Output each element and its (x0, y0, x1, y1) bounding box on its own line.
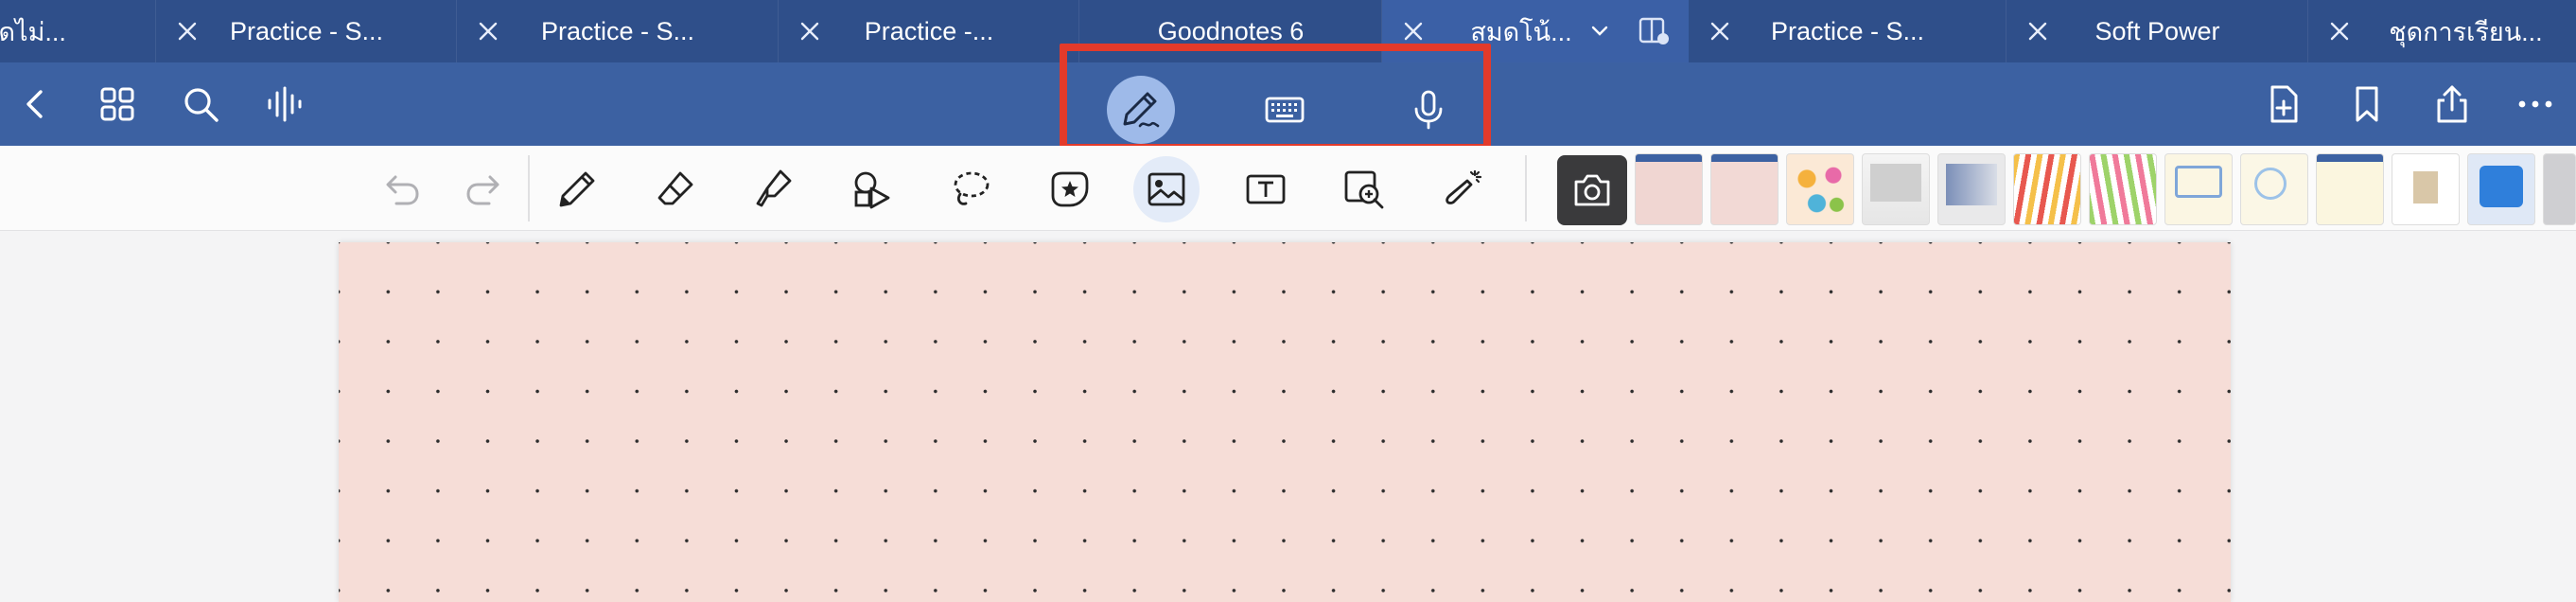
highlight-box (1060, 44, 1491, 151)
eraser-button[interactable] (649, 163, 702, 216)
camera-icon (1574, 174, 1610, 206)
recent-sticker-10[interactable] (2316, 153, 2384, 225)
tab-4-title: Practice -... (864, 16, 994, 45)
notebook-page[interactable] (339, 242, 2231, 602)
share-button[interactable] (2427, 80, 2477, 129)
sticker-icon (1051, 171, 1089, 207)
add-page-icon (2270, 85, 2298, 123)
undo-icon (386, 175, 419, 205)
recent-sticker-7[interactable] (2089, 153, 2157, 225)
pen-tool-button[interactable] (551, 163, 604, 216)
recent-sticker-2[interactable] (1710, 153, 1779, 225)
zoom-window-button[interactable] (1338, 163, 1391, 216)
laser-pointer-icon (1446, 169, 1482, 204)
sticker-button[interactable] (1043, 163, 1095, 216)
recent-sticker-9[interactable] (2240, 153, 2308, 225)
tab-8[interactable]: Soft Power (2006, 0, 2308, 62)
zoom-window-icon (1344, 170, 1384, 209)
search-icon (184, 88, 219, 122)
eraser-icon (657, 171, 693, 205)
lasso-icon (954, 171, 990, 205)
text-box-icon (1246, 174, 1286, 204)
audio-button[interactable] (259, 80, 308, 129)
tab-3-title: Practice - S... (540, 16, 695, 45)
tab-8-title: Soft Power (2094, 16, 2220, 45)
recent-sticker-1[interactable] (1635, 153, 1703, 225)
highlighter-button[interactable] (747, 163, 800, 216)
lasso-button[interactable] (944, 163, 997, 216)
split-view-icon[interactable] (1638, 15, 1670, 47)
tab-2[interactable]: Practice - S... (156, 0, 457, 62)
tab-7[interactable]: Practice - S... (1689, 0, 2006, 62)
more-button[interactable] (2511, 80, 2560, 129)
back-button[interactable] (11, 80, 61, 129)
more-icon (2518, 100, 2552, 108)
tab-2-title: Practice - S... (229, 16, 384, 45)
grid-button[interactable] (93, 80, 142, 129)
laser-pointer-button[interactable] (1436, 163, 1489, 216)
recent-sticker-5[interactable] (1937, 153, 2006, 225)
tab-3[interactable]: Practice - S... (457, 0, 779, 62)
recent-sticker-6[interactable] (2013, 153, 2081, 225)
share-icon (2437, 85, 2467, 123)
tools-divider-2 (1525, 155, 1527, 221)
recent-sticker-11[interactable] (2392, 153, 2460, 225)
tab-1-title: นัดไม่... (0, 17, 66, 46)
bookmark-icon (2356, 86, 2378, 122)
pen-tool-icon (559, 171, 595, 207)
camera-button[interactable] (1557, 155, 1627, 225)
add-page-button[interactable] (2259, 80, 2308, 129)
canvas-area[interactable] (0, 231, 2576, 602)
search-button[interactable] (176, 80, 225, 129)
tab-7-title: Practice - S... (1770, 16, 1925, 45)
chevron-down-icon[interactable] (1590, 21, 1609, 40)
text-box-button[interactable] (1239, 163, 1292, 216)
tab-5-title: Goodnotes 6 (1157, 16, 1305, 45)
recent-sticker-3[interactable] (1786, 153, 1854, 225)
redo-button[interactable] (458, 163, 511, 216)
image-button[interactable] (1133, 156, 1200, 222)
recent-sticker-4[interactable] (1862, 153, 1930, 225)
bookmark-button[interactable] (2342, 80, 2392, 129)
tab-9-title: ชุดการเรียน... (2389, 17, 2543, 46)
tab-1[interactable]: นัดไม่... (0, 0, 156, 62)
recent-sticker-8[interactable] (2164, 153, 2233, 225)
tools-divider (528, 155, 530, 221)
audio-waveform-icon (268, 86, 302, 122)
shapes-button[interactable] (846, 163, 899, 216)
back-icon (26, 90, 43, 118)
undo-button[interactable] (375, 163, 428, 216)
redo-icon (466, 175, 499, 205)
image-icon (1148, 172, 1185, 206)
grid-icon (100, 87, 134, 121)
shapes-icon (854, 171, 890, 209)
recent-sticker-12[interactable] (2467, 153, 2535, 225)
highlighter-icon (756, 169, 792, 207)
tab-4[interactable]: Practice -... (779, 0, 1079, 62)
tools-bar (0, 146, 2576, 231)
recent-sticker-13[interactable] (2543, 153, 2576, 225)
tab-9[interactable]: ชุดการเรียน... (2308, 0, 2576, 62)
